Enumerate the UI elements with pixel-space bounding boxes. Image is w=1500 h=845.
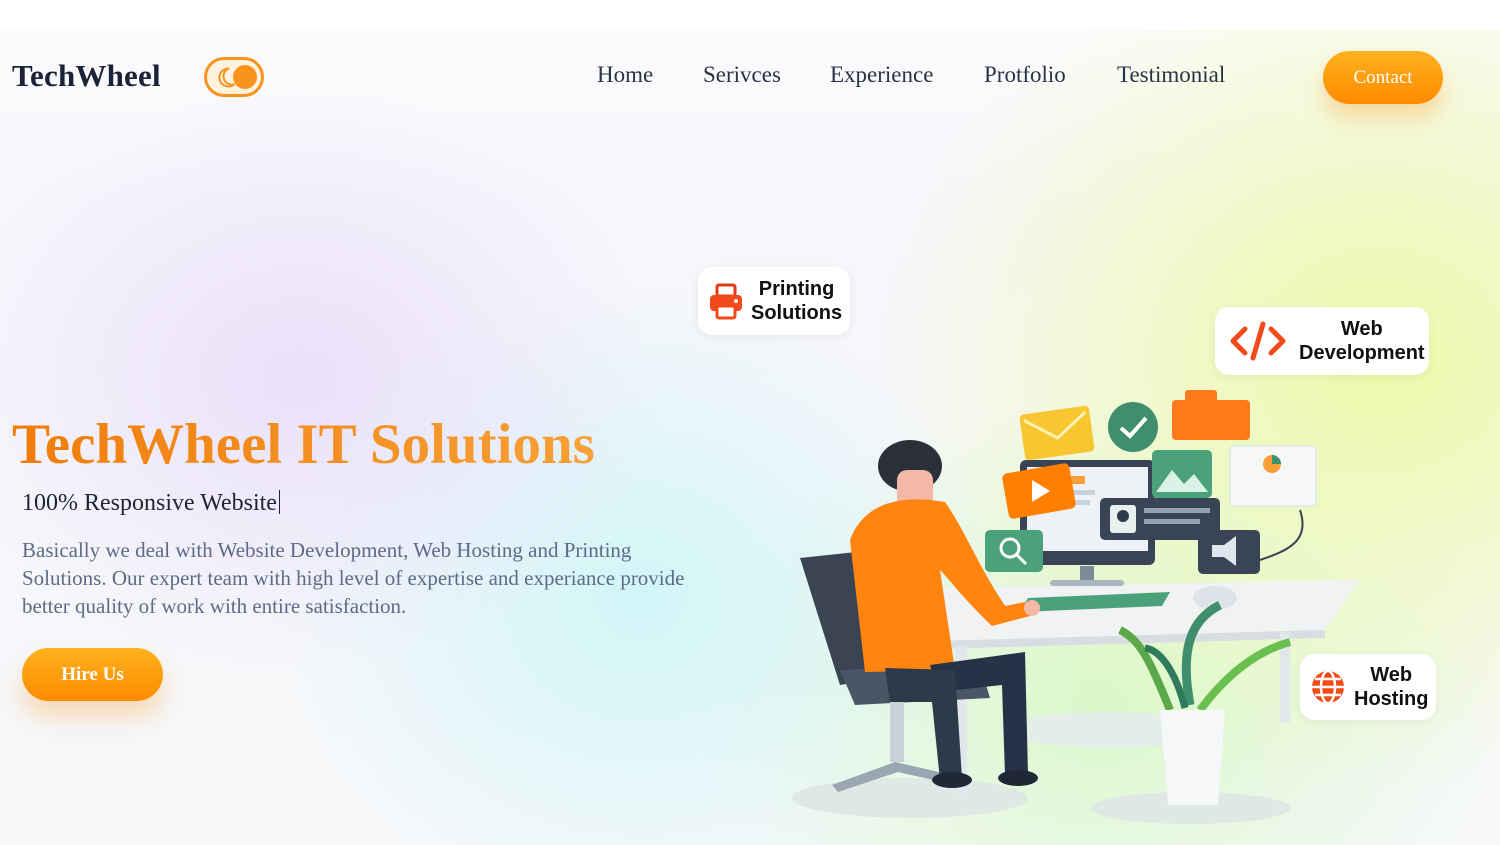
- code-icon: [1230, 321, 1286, 361]
- landing-page: TechWheel Home Serivces Experience Protf…: [0, 0, 1500, 845]
- web-hosting-card[interactable]: Web Hosting: [1300, 654, 1436, 720]
- hero-subtitle-wrap: 100% Responsive Website: [22, 490, 280, 517]
- theme-toggle[interactable]: [204, 57, 264, 97]
- card-line-2: Solutions: [751, 302, 843, 324]
- hero-subtitle: 100% Responsive Website: [22, 490, 277, 516]
- hero-title: TechWheel IT Solutions: [12, 413, 595, 476]
- printing-solutions-label: Printing Solutions: [751, 277, 842, 325]
- site-logo[interactable]: TechWheel: [12, 58, 161, 94]
- card-line-2: Hosting: [1354, 688, 1429, 710]
- printing-solutions-card[interactable]: Printing Solutions: [698, 267, 850, 335]
- nav-testimonial[interactable]: Testimonial: [1117, 62, 1225, 88]
- typing-caret: [278, 490, 280, 514]
- card-line-1: Web: [1370, 664, 1413, 686]
- web-hosting-label: Web Hosting: [1354, 663, 1428, 711]
- card-line-1: Printing: [758, 278, 835, 300]
- nav-experience[interactable]: Experience: [830, 62, 933, 88]
- web-development-label: Web Development: [1299, 317, 1425, 365]
- top-strip: [0, 0, 1500, 30]
- card-line-2: Development: [1299, 342, 1425, 364]
- workspace-illustration: [792, 390, 1360, 824]
- hire-us-button[interactable]: Hire Us: [22, 648, 163, 701]
- globe-icon: [1312, 669, 1344, 705]
- nav-services[interactable]: Serivces: [703, 62, 781, 88]
- contact-button[interactable]: Contact: [1323, 51, 1443, 104]
- hero-description: Basically we deal with Website Developme…: [22, 538, 685, 618]
- nav-portfolio[interactable]: Protfolio: [984, 62, 1066, 88]
- web-development-card[interactable]: Web Development: [1215, 307, 1429, 375]
- nav-home[interactable]: Home: [597, 62, 653, 88]
- card-line-1: Web: [1340, 318, 1383, 340]
- printer-icon: [710, 283, 742, 320]
- toggle-knob: [233, 65, 257, 89]
